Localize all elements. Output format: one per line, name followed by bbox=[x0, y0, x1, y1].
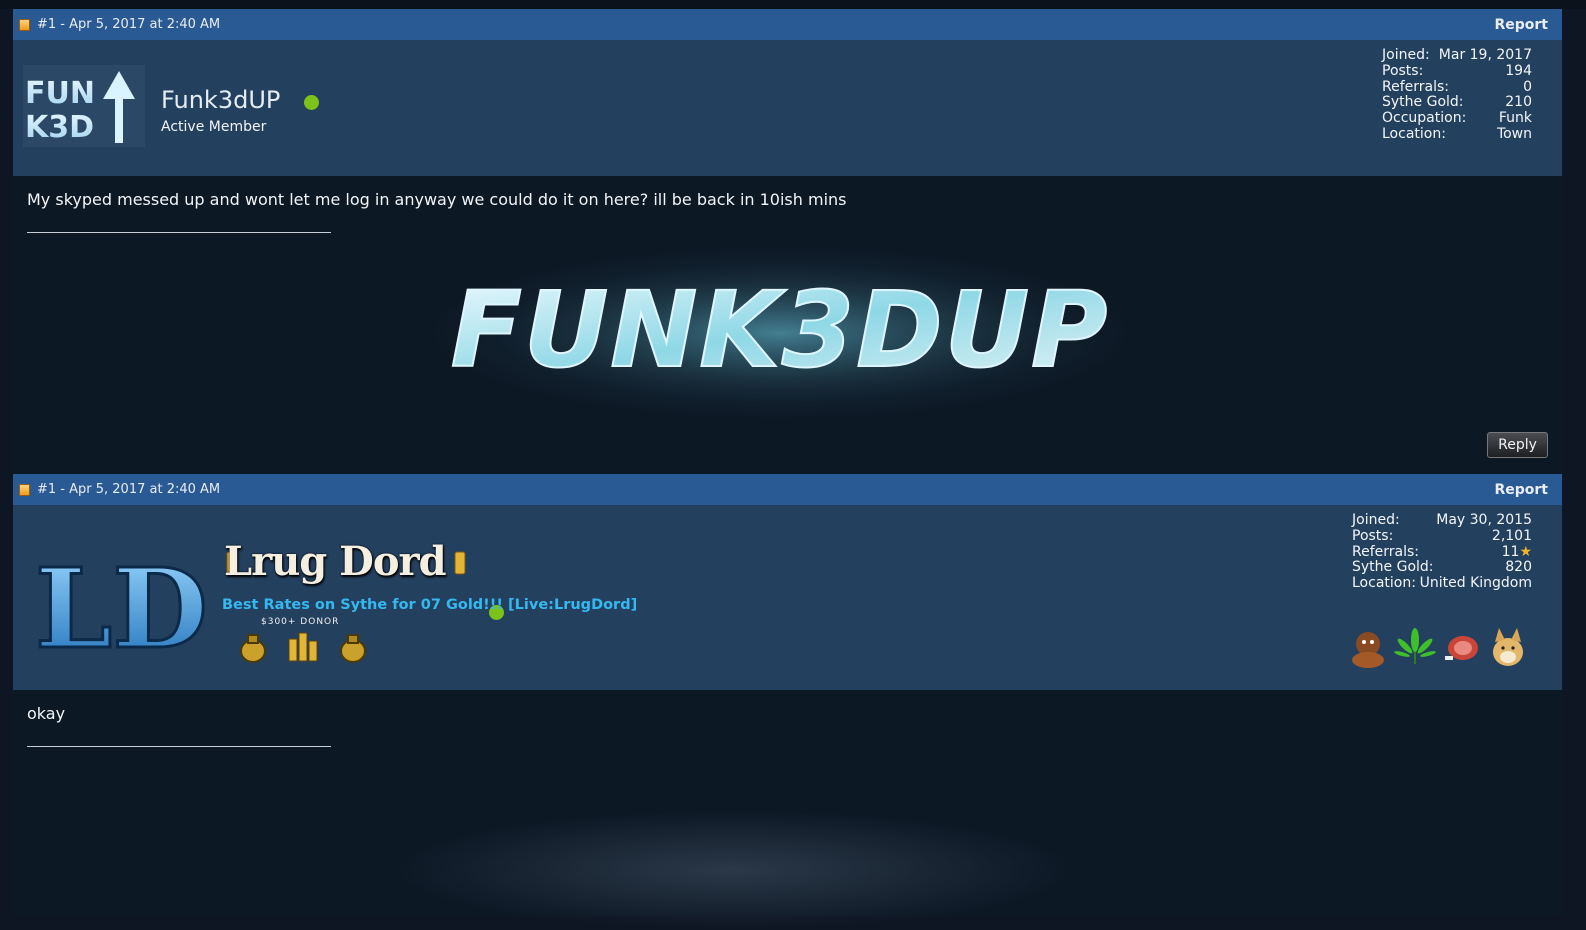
avatar-text-bottom: K3D bbox=[25, 110, 94, 145]
stat-row: Occupation: Funk bbox=[1382, 110, 1532, 127]
stat-row: Referrals: 11★ bbox=[1352, 543, 1532, 561]
stat-row: Referrals: 0 bbox=[1382, 78, 1532, 96]
user-stats: Joined: Mar 19, 2017 Posts: 194 Referrals:… bbox=[1382, 47, 1532, 143]
avatar[interactable]: FUN K3D bbox=[23, 65, 145, 147]
donor-label: $300+ DONOR bbox=[261, 617, 340, 627]
post-header: #1 - Apr 5, 2017 at 2:40 AM Report bbox=[13, 9, 1562, 40]
stat-row: Location: Town bbox=[1382, 125, 1532, 143]
gold-sack-icon bbox=[340, 634, 366, 663]
post-message: okay bbox=[27, 704, 66, 723]
signature-image bbox=[393, 810, 1073, 930]
stat-value: 2,101 bbox=[1491, 527, 1532, 544]
post-icon bbox=[19, 483, 30, 496]
report-link[interactable]: Report bbox=[1494, 17, 1562, 33]
post-meta: #1 - Apr 5, 2017 at 2:40 AM bbox=[13, 482, 220, 497]
stat-label: Location: bbox=[1352, 575, 1416, 592]
stat-row: Location: United Kingdom bbox=[1352, 575, 1532, 592]
username[interactable]: Lrug Dord bbox=[224, 538, 447, 585]
stat-label: Referrals: bbox=[1352, 543, 1419, 560]
reply-button[interactable]: Reply bbox=[1487, 432, 1548, 458]
stat-value: May 30, 2015 bbox=[1436, 512, 1532, 528]
stat-value: United Kingdom bbox=[1419, 575, 1532, 592]
post-header: #1 - Apr 5, 2017 at 2:40 AM Report bbox=[13, 474, 1562, 505]
stat-value: 210 bbox=[1505, 94, 1532, 111]
user-title: Active Member bbox=[161, 119, 267, 135]
stat-label: Joined: bbox=[1382, 47, 1430, 63]
stat-value: 820 bbox=[1505, 559, 1532, 576]
post-date[interactable]: #1 - Apr 5, 2017 at 2:40 AM bbox=[37, 17, 220, 32]
stat-row: Sythe Gold: 820 bbox=[1352, 560, 1532, 576]
avatar-text-top: FUN bbox=[25, 76, 95, 111]
username[interactable]: Funk3dUP bbox=[161, 86, 280, 114]
signature-divider bbox=[27, 746, 331, 747]
stat-label: Occupation: bbox=[1382, 110, 1467, 127]
stat-value: Town bbox=[1496, 125, 1532, 142]
stat-row: Posts: 2,101 bbox=[1352, 527, 1532, 545]
gorilla-icon[interactable] bbox=[1347, 626, 1389, 668]
meat-icon[interactable] bbox=[1441, 626, 1483, 668]
stat-row: Sythe Gold: 210 bbox=[1382, 95, 1532, 111]
user-info-bar: FUN K3D Funk3dUP Active Member Joined: Ma… bbox=[13, 40, 1562, 176]
user-title[interactable]: Best Rates on Sythe for 07 Gold!!! [Live… bbox=[222, 597, 637, 613]
avatar[interactable]: LD bbox=[31, 543, 213, 659]
online-status-icon bbox=[304, 95, 319, 110]
post-body: My skyped messed up and wont let me log … bbox=[13, 176, 1562, 473]
avatar-text: LD bbox=[35, 544, 208, 659]
stat-value: 194 bbox=[1505, 62, 1532, 79]
stat-row: Joined: May 30, 2015 bbox=[1352, 512, 1532, 529]
stat-label: Joined: bbox=[1352, 512, 1400, 528]
signature-banner-text: FUNK3DUP bbox=[451, 269, 1109, 391]
stat-row: Posts: 194 bbox=[1382, 62, 1532, 80]
gold-bars-icon bbox=[288, 632, 318, 662]
stat-value: Funk bbox=[1498, 110, 1532, 127]
user-stats: Joined: May 30, 2015 Posts: 2,101 Referral… bbox=[1352, 512, 1532, 592]
star-icon: ★ bbox=[1519, 543, 1532, 560]
gold-bar-icon bbox=[454, 551, 466, 575]
post: #1 - Apr 5, 2017 at 2:40 AM Report FUN K… bbox=[13, 9, 1562, 473]
post-icon bbox=[19, 18, 30, 31]
post-body: okay bbox=[13, 690, 1562, 930]
stat-value-with-icon: 11★ bbox=[1501, 543, 1532, 561]
stat-row: Joined: Mar 19, 2017 bbox=[1382, 47, 1532, 64]
stat-label: Sythe Gold: bbox=[1352, 559, 1434, 576]
post-meta: #1 - Apr 5, 2017 at 2:40 AM bbox=[13, 17, 220, 32]
stat-label: Posts: bbox=[1352, 527, 1394, 544]
stat-label: Location: bbox=[1382, 125, 1446, 142]
user-info-bar: LD Lrug Dord Best Rates on Sythe for 07 … bbox=[13, 505, 1562, 690]
doge-icon[interactable] bbox=[1487, 626, 1529, 668]
leaf-icon[interactable] bbox=[1394, 626, 1436, 668]
post-date[interactable]: #1 - Apr 5, 2017 at 2:40 AM bbox=[37, 482, 220, 497]
stat-value: Mar 19, 2017 bbox=[1438, 47, 1532, 63]
report-link[interactable]: Report bbox=[1494, 482, 1562, 498]
gold-sack-icon bbox=[240, 634, 266, 663]
stat-value: 0 bbox=[1523, 78, 1532, 95]
top-strip bbox=[0, 0, 1586, 9]
signature-banner: FUNK3DUP bbox=[435, 248, 1125, 418]
post-message: My skyped messed up and wont let me log … bbox=[27, 190, 847, 209]
post: #1 - Apr 5, 2017 at 2:40 AM Report LD Lr… bbox=[13, 474, 1562, 930]
stat-label: Posts: bbox=[1382, 62, 1424, 79]
stat-label: Referrals: bbox=[1382, 78, 1449, 95]
signature-divider bbox=[27, 232, 331, 233]
stat-value: 11 bbox=[1501, 543, 1520, 560]
stat-label: Sythe Gold: bbox=[1382, 94, 1464, 111]
